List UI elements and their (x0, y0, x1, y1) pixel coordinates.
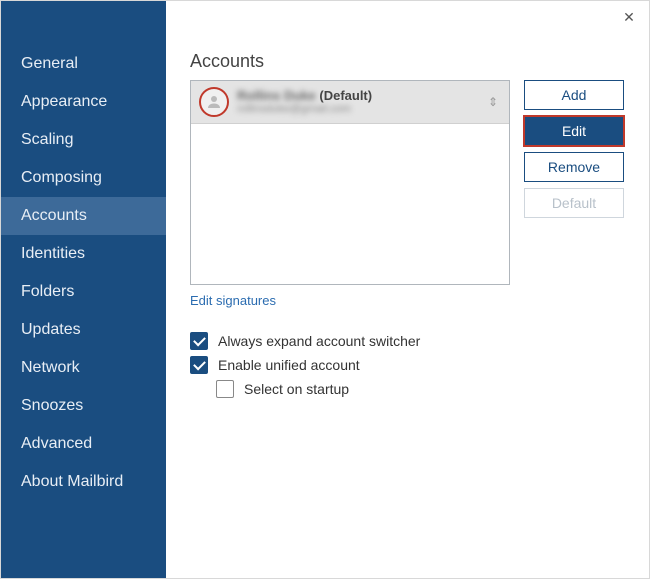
account-name-obscured: Rollins Duke (237, 88, 316, 104)
sidebar: General Appearance Scaling Composing Acc… (1, 1, 166, 578)
sidebar-item-snoozes[interactable]: Snoozes (1, 387, 166, 425)
sidebar-item-scaling[interactable]: Scaling (1, 121, 166, 159)
main-panel: Accounts Rollins Duke (Default) rolli (166, 1, 649, 578)
account-email-obscured: rollinsduke@gmail.com (237, 103, 501, 116)
sidebar-item-label: Folders (21, 283, 74, 300)
sidebar-item-network[interactable]: Network (1, 349, 166, 387)
checkbox-label: Always expand account switcher (218, 333, 420, 349)
remove-button[interactable]: Remove (524, 152, 624, 182)
sidebar-item-advanced[interactable]: Advanced (1, 425, 166, 463)
account-default-suffix: (Default) (319, 88, 372, 103)
page-title: Accounts (190, 51, 625, 72)
sidebar-item-label: About Mailbird (21, 473, 123, 490)
account-list[interactable]: Rollins Duke (Default) rollinsduke@gmail… (190, 80, 510, 285)
edit-signatures-link[interactable]: Edit signatures (190, 293, 276, 308)
options-group: Always expand account switcher Enable un… (190, 332, 625, 398)
sidebar-item-label: General (21, 55, 78, 72)
default-button: Default (524, 188, 624, 218)
button-column: Add Edit Remove Default (524, 80, 624, 218)
edit-button[interactable]: Edit (524, 116, 624, 146)
sidebar-item-label: Identities (21, 245, 85, 262)
sidebar-item-label: Appearance (21, 93, 107, 110)
select-on-startup-checkbox[interactable] (216, 380, 234, 398)
always-expand-checkbox[interactable] (190, 332, 208, 350)
sidebar-item-accounts[interactable]: Accounts (1, 197, 166, 235)
sidebar-item-label: Network (21, 359, 80, 376)
sidebar-item-general[interactable]: General (1, 45, 166, 83)
sidebar-item-label: Accounts (21, 207, 87, 224)
sidebar-item-label: Composing (21, 169, 102, 186)
sidebar-item-folders[interactable]: Folders (1, 273, 166, 311)
sidebar-item-composing[interactable]: Composing (1, 159, 166, 197)
button-label: Add (562, 87, 587, 103)
sidebar-item-label: Advanced (21, 435, 92, 452)
checkbox-label: Enable unified account (218, 357, 360, 373)
button-label: Default (552, 195, 596, 211)
drag-handle-icon[interactable]: ⇕ (488, 95, 499, 109)
sidebar-item-about-mailbird[interactable]: About Mailbird (1, 463, 166, 501)
sidebar-item-label: Scaling (21, 131, 73, 148)
person-icon (205, 93, 223, 111)
sidebar-item-appearance[interactable]: Appearance (1, 83, 166, 121)
button-label: Edit (562, 123, 586, 139)
account-text: Rollins Duke (Default) rollinsduke@gmail… (237, 88, 501, 117)
sidebar-item-identities[interactable]: Identities (1, 235, 166, 273)
sidebar-item-label: Snoozes (21, 397, 83, 414)
enable-unified-checkbox[interactable] (190, 356, 208, 374)
sidebar-item-updates[interactable]: Updates (1, 311, 166, 349)
sidebar-item-label: Updates (21, 321, 81, 338)
checkbox-label: Select on startup (244, 381, 349, 397)
button-label: Remove (548, 159, 600, 175)
account-row[interactable]: Rollins Duke (Default) rollinsduke@gmail… (191, 81, 509, 124)
avatar (199, 87, 229, 117)
add-button[interactable]: Add (524, 80, 624, 110)
